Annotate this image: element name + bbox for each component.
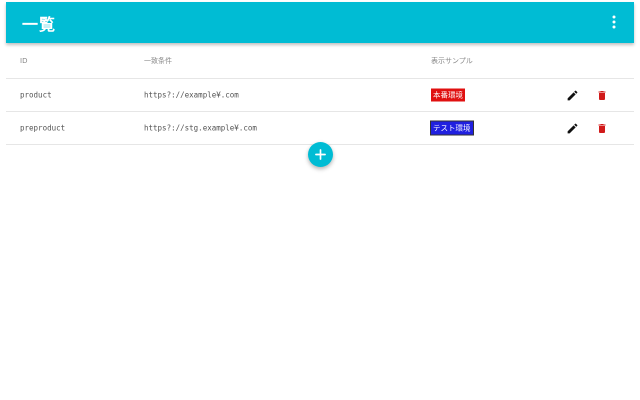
plus-icon [315, 149, 326, 160]
delete-button[interactable] [594, 120, 610, 136]
table-row: preproduct https?://stg.example¥.com テスト… [6, 112, 634, 145]
row-id: preproduct [20, 123, 66, 133]
app-bar: 一覧 [6, 2, 634, 43]
edit-button[interactable] [564, 120, 580, 136]
page-title: 一覧 [22, 15, 57, 34]
pencil-icon [567, 123, 577, 133]
more-menu-button[interactable] [604, 12, 624, 32]
header-sample: 表示サンプル [431, 56, 473, 65]
rules-table: ID 一致条件 表示サンプル product https?://example¥… [6, 43, 634, 145]
sample-badge-test: テスト環境 [430, 120, 474, 136]
row-condition: https?://stg.example¥.com [144, 123, 257, 133]
sample-badge-production: 本番環境 [431, 88, 465, 102]
sample-cell: テスト環境 [430, 120, 474, 136]
table-row: product https?://example¥.com 本番環境 [6, 79, 634, 112]
row-id: product [20, 90, 52, 100]
trash-icon [598, 90, 606, 100]
header-id: ID [20, 56, 28, 65]
sample-cell: 本番環境 [431, 88, 465, 102]
more-vert-icon [612, 15, 616, 29]
pencil-icon [567, 90, 577, 100]
trash-icon [598, 123, 606, 133]
table-header-row: ID 一致条件 表示サンプル [6, 43, 634, 79]
add-rule-button[interactable] [308, 142, 333, 167]
header-condition: 一致条件 [144, 56, 172, 65]
delete-button[interactable] [594, 87, 610, 103]
edit-button[interactable] [564, 87, 580, 103]
row-condition: https?://example¥.com [144, 90, 239, 100]
